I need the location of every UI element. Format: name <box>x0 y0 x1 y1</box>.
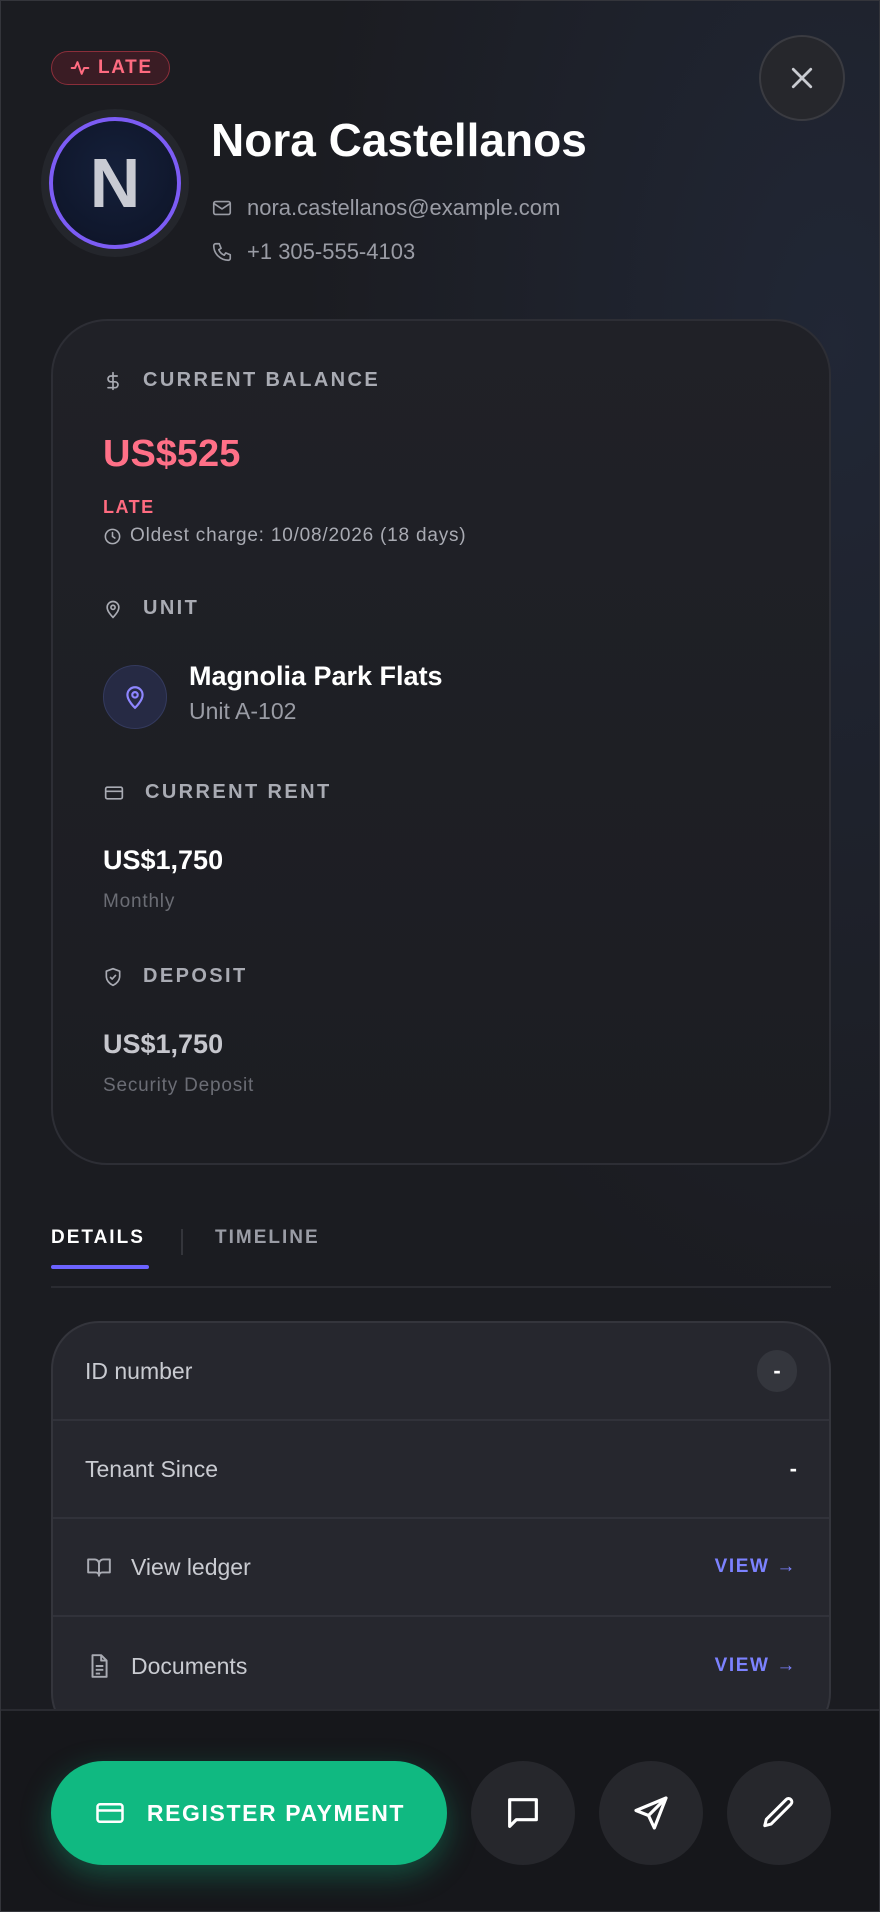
tenant-since-value: - <box>789 1456 797 1481</box>
balance-amount: US$525 <box>103 433 241 475</box>
phone-row[interactable]: +1 305-555-4103 <box>211 239 415 265</box>
detail-row-tenant-since: Tenant Since - <box>53 1421 829 1519</box>
rent-amount: US$1,750 <box>103 845 224 875</box>
message-button[interactable] <box>471 1761 575 1865</box>
edit-button[interactable] <box>727 1761 831 1865</box>
send-icon <box>634 1796 668 1830</box>
document-icon <box>85 1653 113 1679</box>
id-number-label: ID number <box>85 1357 193 1384</box>
view-ledger-link[interactable]: VIEW → <box>715 1556 797 1578</box>
unit-icon-badge <box>103 665 167 729</box>
rent-section-label: CURRENT RENT <box>103 781 332 804</box>
dollar-icon <box>107 371 119 390</box>
balance-status: LATE <box>103 497 155 517</box>
close-icon <box>791 67 813 89</box>
email-row[interactable]: nora.castellanos@example.com <box>211 195 560 221</box>
phone-icon <box>212 242 232 262</box>
documents-row[interactable]: Documents VIEW → <box>53 1617 829 1715</box>
message-icon <box>508 1798 538 1828</box>
active-tab-indicator <box>51 1265 149 1269</box>
send-button[interactable] <box>599 1761 703 1865</box>
location-pin-icon <box>126 686 144 710</box>
status-badge: LATE <box>51 51 170 85</box>
balance-section-label: CURRENT BALANCE <box>103 369 380 392</box>
credit-card-icon <box>96 1803 124 1823</box>
deposit-section-label: DEPOSIT <box>103 965 248 988</box>
activity-icon <box>70 61 90 75</box>
book-icon <box>85 1554 113 1580</box>
tab-details[interactable]: DETAILS <box>51 1227 145 1249</box>
shield-check-icon <box>105 967 121 986</box>
credit-card-icon <box>104 785 124 800</box>
view-ledger-label: View ledger <box>131 1553 251 1580</box>
edit-icon <box>763 1797 794 1828</box>
register-payment-button[interactable]: REGISTER PAYMENT <box>51 1761 447 1865</box>
email-text: nora.castellanos@example.com <box>247 195 561 220</box>
deposit-amount: US$1,750 <box>103 1029 224 1059</box>
tenant-name: Nora Castellanos <box>211 114 587 166</box>
avatar: N <box>49 117 181 249</box>
status-label: LATE <box>98 57 153 78</box>
documents-label: Documents <box>131 1652 248 1679</box>
clock-icon <box>104 528 121 544</box>
tenant-detail-panel: LATE N Nora Castellanos nora.castellanos… <box>0 0 880 1912</box>
unit-number: Unit A-102 <box>189 698 297 724</box>
location-pin-icon <box>106 600 120 618</box>
tab-timeline[interactable]: TIMELINE <box>215 1227 320 1249</box>
details-list: ID number - Tenant Since - View ledger V… <box>51 1321 831 1741</box>
oldest-charge: Oldest charge: 10/08/2026 (18 days) <box>103 525 466 547</box>
detail-row-id-number: ID number - <box>53 1323 829 1421</box>
close-button[interactable] <box>759 35 845 121</box>
id-number-value: - <box>757 1350 797 1392</box>
bottom-action-bar: REGISTER PAYMENT <box>1 1709 879 1911</box>
view-ledger-row[interactable]: View ledger VIEW → <box>53 1519 829 1617</box>
tabs-divider <box>51 1286 831 1288</box>
tenant-since-label: Tenant Since <box>85 1455 218 1482</box>
unit-section-label: UNIT <box>103 597 199 620</box>
unit-property-name[interactable]: Magnolia Park Flats <box>189 661 443 692</box>
rent-period: Monthly <box>103 891 176 912</box>
deposit-type: Security Deposit <box>103 1075 255 1096</box>
phone-text: +1 305-555-4103 <box>247 239 416 264</box>
mail-icon <box>212 200 232 216</box>
summary-card: CURRENT BALANCE US$525 LATE Oldest charg… <box>51 319 831 1165</box>
tab-divider <box>181 1229 183 1255</box>
documents-view-link[interactable]: VIEW → <box>715 1655 797 1677</box>
register-payment-label: REGISTER PAYMENT <box>146 1799 406 1826</box>
